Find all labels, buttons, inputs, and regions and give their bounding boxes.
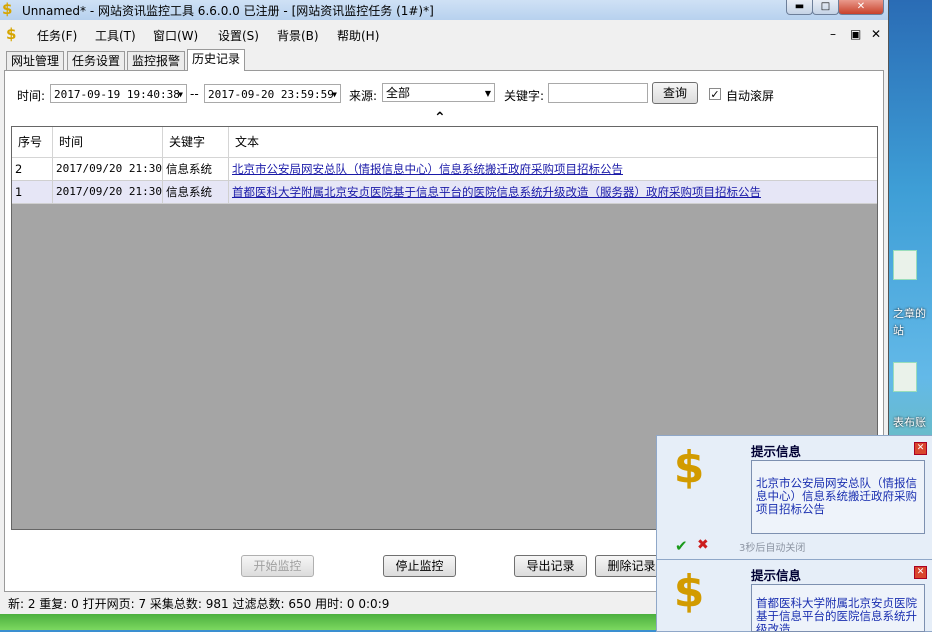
auto-close-text: 3秒后自动关闭: [739, 543, 806, 554]
mdi-restore-button[interactable]: ▣: [850, 27, 861, 41]
menu-help[interactable]: 帮助(H): [337, 27, 379, 44]
source-select[interactable]: 全部 ▼: [382, 83, 495, 102]
close-icon[interactable]: ✕: [914, 442, 927, 455]
start-time-value: 2017-09-19 19:40:38: [54, 88, 180, 101]
mdi-minimize-button[interactable]: –: [830, 27, 836, 41]
table-row[interactable]: 1 2017/09/20 21:30 信息系统 首都医科大学附属北京安贞医院基于…: [12, 181, 877, 204]
column-text[interactable]: 文本: [229, 127, 877, 157]
table-row[interactable]: 2 2017/09/20 21:30 信息系统 北京市公安局网安总队（情报信息中…: [12, 158, 877, 181]
stop-monitor-button[interactable]: 停止监控: [383, 555, 456, 577]
menu-bar: $ 任务(F) 工具(T) 窗口(W) 设置(S) 背景(B) 帮助(H) – …: [0, 22, 888, 46]
row-seq: 2: [12, 158, 53, 180]
desktop-label: 表布账: [893, 416, 926, 429]
menu-background[interactable]: 背景(B): [277, 27, 319, 44]
row-keyword: 信息系统: [163, 158, 229, 180]
minimize-button[interactable]: ▬: [786, 0, 813, 15]
export-records-button[interactable]: 导出记录: [514, 555, 587, 577]
time-separator: --: [190, 87, 199, 101]
tab-monitor-alerts[interactable]: 监控报警: [127, 51, 186, 70]
notification-popup: $ 提示信息 ✕ 北京市公安局网安总队（情报信息中心）信息系统搬迁政府采购项目招…: [656, 435, 932, 561]
popup-message[interactable]: 北京市公安局网安总队（情报信息中心）信息系统搬迁政府采购项目招标公告: [751, 460, 925, 534]
popup-message[interactable]: 首都医科大学附属北京安贞医院基于信息平台的医院信息系统升级改造: [751, 584, 925, 632]
notification-popup: $ 提示信息 ✕ 首都医科大学附属北京安贞医院基于信息平台的医院信息系统升级改造: [656, 559, 932, 632]
start-monitor-button[interactable]: 开始监控: [241, 555, 314, 577]
time-label: 时间:: [17, 89, 46, 103]
close-icon[interactable]: ✕: [914, 566, 927, 579]
column-time[interactable]: 时间: [53, 127, 163, 157]
keyword-label: 关键字:: [504, 89, 545, 103]
delete-icon[interactable]: ✖: [697, 537, 709, 553]
source-label: 来源:: [349, 89, 378, 103]
start-time-picker[interactable]: 2017-09-19 19:40:38 ▼: [50, 84, 187, 103]
mdi-close-button[interactable]: ✕: [871, 27, 881, 41]
title-bar: $ Unnamed* - 网站资讯监控工具 6.6.0.0 已注册 - [网站资…: [0, 0, 888, 20]
end-time-picker[interactable]: 2017-09-20 23:59:59 ▼: [204, 84, 341, 103]
auto-scroll-label: 自动滚屏: [726, 89, 775, 103]
row-text-link[interactable]: 北京市公安局网安总队（情报信息中心）信息系统搬迁政府采购项目招标公告: [229, 158, 877, 180]
row-keyword: 信息系统: [163, 181, 229, 203]
chevron-down-icon[interactable]: ▼: [178, 85, 183, 104]
menu-window[interactable]: 窗口(W): [153, 27, 198, 44]
maximize-button[interactable]: □: [812, 0, 839, 15]
popup-title: 提示信息: [751, 568, 802, 583]
row-seq: 1: [12, 181, 53, 203]
row-time: 2017/09/20 21:30: [53, 158, 163, 180]
menu-task[interactable]: 任务(F): [37, 27, 77, 44]
query-button[interactable]: 查询: [652, 82, 698, 104]
dollar-key-icon: $: [2, 0, 13, 18]
keyword-input[interactable]: [548, 83, 648, 103]
column-keyword[interactable]: 关键字: [163, 127, 229, 157]
source-value: 全部: [386, 86, 411, 100]
desktop-label: 之章的: [893, 307, 926, 320]
chevron-down-icon[interactable]: ▼: [485, 84, 491, 103]
list-header: 序号 时间 关键字 文本: [12, 127, 877, 158]
dollar-key-icon: $: [673, 566, 705, 617]
end-time-value: 2017-09-20 23:59:59: [208, 88, 334, 101]
tab-url-management[interactable]: 网址管理: [6, 51, 65, 70]
menu-settings[interactable]: 设置(S): [218, 27, 259, 44]
dollar-key-icon[interactable]: $: [6, 25, 16, 43]
row-text-link[interactable]: 首都医科大学附属北京安贞医院基于信息平台的医院信息系统升级改造（服务器）政府采购…: [229, 181, 877, 203]
row-time: 2017/09/20 21:30: [53, 181, 163, 203]
popup-title: 提示信息: [751, 444, 802, 459]
close-button[interactable]: ✕: [838, 0, 884, 15]
chevron-down-icon[interactable]: ▼: [332, 85, 337, 104]
dollar-key-icon: $: [673, 442, 705, 493]
column-seq[interactable]: 序号: [12, 127, 53, 157]
tab-task-settings[interactable]: 任务设置: [67, 51, 126, 70]
collapse-caret-icon[interactable]: ⌃: [434, 110, 446, 126]
desktop-document-icon[interactable]: [893, 362, 917, 392]
auto-scroll-checkbox[interactable]: ✓: [709, 88, 721, 101]
window-title: Unnamed* - 网站资讯监控工具 6.6.0.0 已注册 - [网站资讯监…: [22, 4, 434, 18]
menu-tools[interactable]: 工具(T): [95, 27, 136, 44]
desktop-document-icon[interactable]: [893, 250, 917, 280]
desktop-label: 站: [893, 324, 904, 337]
tab-history[interactable]: 历史记录: [187, 49, 246, 71]
check-icon[interactable]: ✔: [675, 537, 688, 555]
